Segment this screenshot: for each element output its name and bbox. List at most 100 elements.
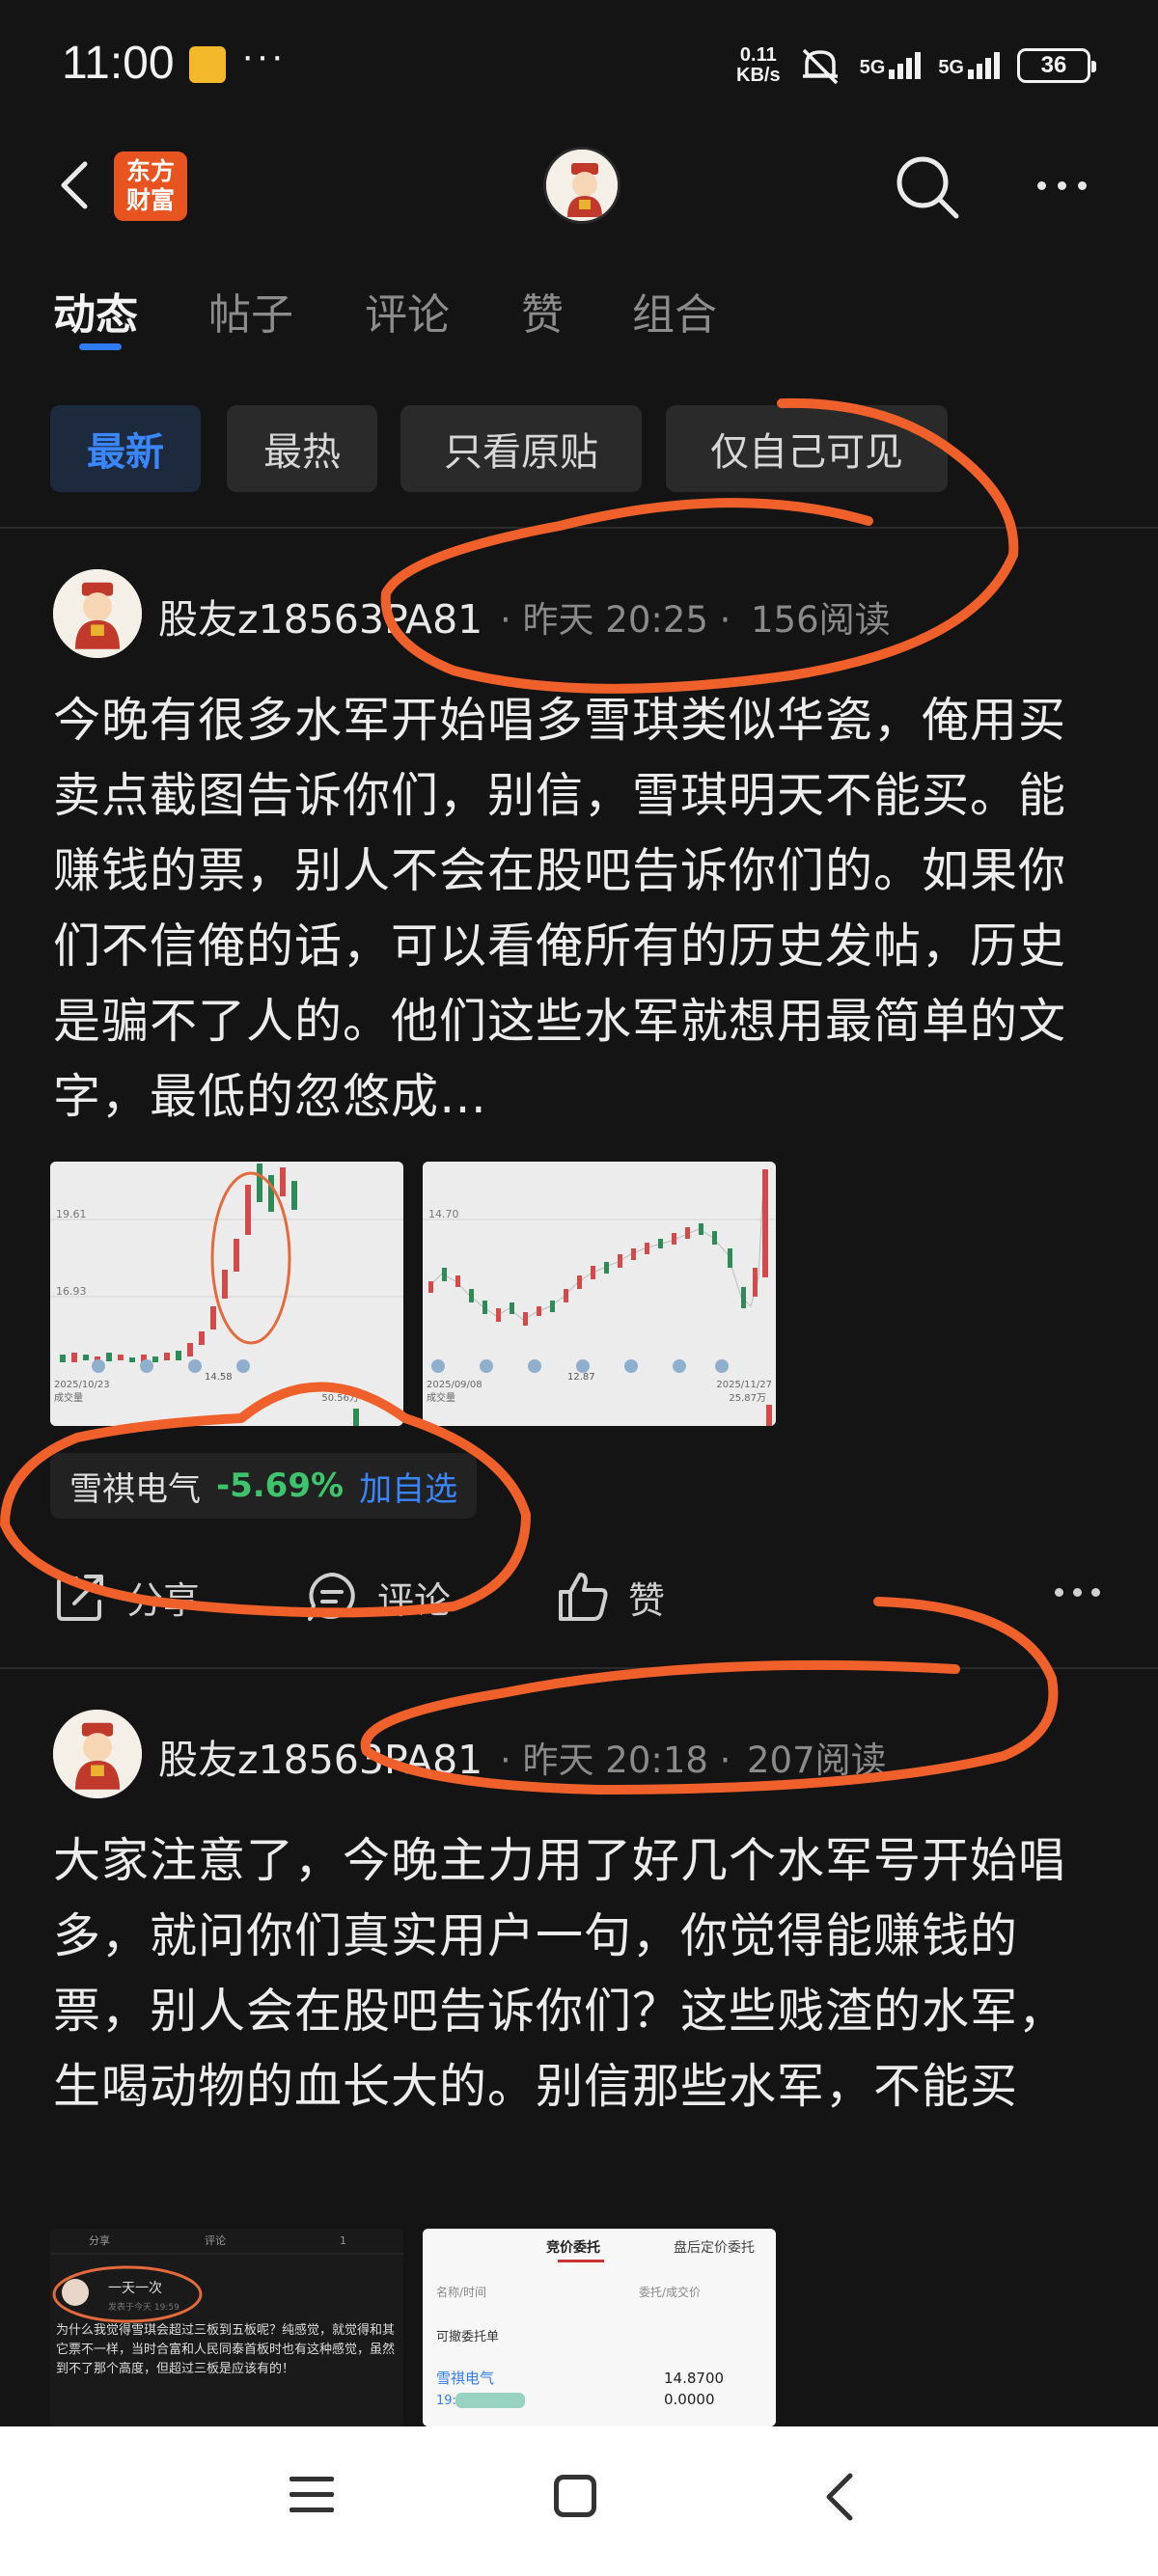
divider	[0, 527, 1158, 529]
kline-chart-2: 14.70 12.87 2025/09/08 2025/11/27 成交量 25…	[423, 1162, 776, 1426]
ss-section: 可撤委托单	[436, 2329, 499, 2344]
post-screenshot: 分享 评论 1 一天一次 发表于今天 19:59 为什么我觉得雪琪会超过三板到五…	[50, 2229, 403, 2426]
user-avatar[interactable]	[53, 1710, 142, 1798]
like-button[interactable]: 赞	[555, 1569, 665, 1625]
stock-change: -5.69%	[216, 1466, 345, 1505]
signal-2-label: 5G	[938, 57, 964, 78]
ss-comment: 评论	[205, 2233, 226, 2247]
volume-value: 25.87万	[729, 1393, 766, 1404]
ss-price1: 14.8700	[664, 2370, 724, 2387]
stock-name[interactable]: 雪祺电气	[69, 1463, 201, 1510]
post-body[interactable]: 大家注意了，今晚主力用了好几个水军号开始唱多，就问你们真实用户一句，你觉得能赚钱…	[53, 1823, 1105, 2200]
add-watchlist-button[interactable]: 加自选	[359, 1463, 457, 1510]
tab-posts[interactable]: 帖子	[208, 280, 293, 342]
ss-name: 一天一次	[108, 2281, 162, 2296]
brand-line-2: 财富	[125, 186, 175, 214]
post-time: · 昨天 20:18 ·	[500, 1740, 731, 1781]
filter-self-visible[interactable]: 仅自己可见	[666, 405, 948, 492]
battery-level: 36	[1040, 52, 1067, 78]
date-end-label: 2025/11/27	[716, 1380, 772, 1390]
battery-icon: 36	[1017, 48, 1096, 83]
share-button[interactable]: 分享	[53, 1569, 200, 1625]
post-image-screenshot-1[interactable]: 分享 评论 1 一天一次 发表于今天 19:59 为什么我觉得雪琪会超过三板到五…	[50, 2229, 403, 2426]
y-low-label: 16.93	[56, 1285, 87, 1298]
volume-label: 成交量	[54, 1391, 83, 1404]
ss-col1: 名称/时间	[436, 2285, 486, 2299]
y-high-label: 14.70	[428, 1208, 459, 1220]
post-actions: 分享 评论 赞	[0, 1559, 1158, 1636]
brand-logo[interactable]: 东方 财富	[114, 151, 187, 221]
ss-tab1: 竞价委托	[546, 2239, 600, 2256]
post-username[interactable]: 股友z18563PA81	[158, 587, 482, 644]
divider	[0, 1667, 1158, 1669]
comment-label: 评论	[377, 1578, 452, 1622]
caishen-avatar-icon	[546, 150, 618, 221]
post-more-icon[interactable]	[1055, 1588, 1100, 1597]
like-label: 赞	[628, 1578, 666, 1622]
system-nav-bar	[0, 2426, 1158, 2576]
more-icon[interactable]	[1037, 181, 1087, 190]
tab-dynamic[interactable]: 动态	[53, 280, 138, 342]
comment-icon	[308, 1573, 355, 1621]
signal-bars-icon	[889, 52, 922, 79]
post-body[interactable]: 今晚有很多水军开始唱多雪琪类似华瓷，俺用买卖点截图告诉你们，别信，雪琪明天不能买…	[53, 683, 1105, 1135]
back-icon[interactable]	[48, 156, 106, 214]
caishen-avatar-icon	[53, 1710, 142, 1798]
post-reads: 207阅读	[747, 1740, 887, 1781]
post-image-chart-1[interactable]: 19.61 16.93 14.58 2025/10/23 成交量 50.56万	[50, 1162, 403, 1426]
post-reads: 156阅读	[751, 599, 891, 641]
ss-tab2: 盘后定价委托	[674, 2239, 755, 2256]
filter-latest[interactable]: 最新	[50, 405, 201, 492]
ss-text: 为什么我觉得雪琪会超过三板到五板呢？纯感觉，就觉得和其它票不一样，当时合富和人民…	[56, 2323, 396, 2376]
signal-1: 5G	[860, 52, 922, 79]
tab-portfolio[interactable]: 组合	[632, 280, 717, 342]
tab-likes[interactable]: 赞	[521, 280, 564, 342]
order-screenshot: 竞价委托 盘后定价委托 名称/时间 委托/成交价 可撤委托单 雪祺电气 14.8…	[423, 2229, 776, 2426]
low-mark-label: 12.87	[567, 1372, 595, 1383]
comment-button[interactable]: 评论	[304, 1569, 451, 1625]
profile-avatar[interactable]	[543, 147, 620, 224]
share-label: 分享	[126, 1578, 201, 1622]
filter-chips: 最新 最热 只看原贴 仅自己可见	[0, 405, 1158, 494]
ss-like: 1	[340, 2234, 346, 2247]
status-time: 11:00	[62, 38, 175, 89]
menu-icon[interactable]	[290, 2477, 334, 2523]
low-mark-label: 14.58	[205, 1372, 233, 1383]
ss-time: 19:	[436, 2394, 456, 2408]
profile-tabs: 动态 帖子 评论 赞 组合	[0, 280, 1158, 357]
caishen-avatar-icon	[53, 569, 142, 658]
tab-comments[interactable]: 评论	[365, 280, 450, 342]
home-icon[interactable]	[554, 2475, 596, 2517]
date-label: 2025/10/23	[54, 1380, 110, 1390]
nav-back-icon[interactable]	[815, 2470, 864, 2524]
signal-1-label: 5G	[859, 57, 886, 78]
net-speed-unit: KB/s	[736, 65, 781, 86]
tab-indicator	[79, 343, 122, 350]
net-speed-value: 0.11	[739, 44, 777, 66]
ss-col2: 委托/成交价	[639, 2285, 701, 2299]
top-nav: 东方 财富	[0, 135, 1158, 236]
user-avatar[interactable]	[53, 569, 142, 658]
search-icon[interactable]	[893, 152, 962, 222]
y-high-label: 19.61	[56, 1208, 87, 1220]
date-start-label: 2025/09/08	[427, 1380, 482, 1390]
filter-original-only[interactable]: 只看原贴	[400, 405, 642, 492]
ss-stock: 雪祺电气	[436, 2370, 494, 2387]
brand-line-1: 东方	[125, 157, 175, 185]
ss-sub: 发表于今天 19:59	[108, 2301, 179, 2313]
post-image-chart-2[interactable]: 14.70 12.87 2025/09/08 2025/11/27 成交量 25…	[423, 1162, 776, 1426]
net-speed: 0.11 KB/s	[736, 45, 781, 86]
post-image-screenshot-2[interactable]: 竞价委托 盘后定价委托 名称/时间 委托/成交价 可撤委托单 雪祺电气 14.8…	[423, 2229, 776, 2426]
signal-bars-icon	[968, 52, 1000, 79]
kline-chart-1: 19.61 16.93 14.58 2025/10/23 成交量 50.56万	[50, 1162, 403, 1426]
status-bar: 11:00 ··· 0.11 KB/s 5G 5G 36	[0, 0, 1158, 130]
volume-label: 成交量	[427, 1391, 455, 1404]
post-username[interactable]: 股友z18563PA81	[158, 1727, 482, 1785]
signal-2: 5G	[938, 52, 1000, 79]
notification-app-icon	[189, 46, 226, 83]
post-time: · 昨天 20:25 ·	[500, 599, 731, 641]
thumbs-up-icon	[559, 1573, 608, 1621]
stock-tag[interactable]: 雪祺电气 -5.69% 加自选	[50, 1453, 478, 1519]
status-more: ···	[241, 35, 286, 77]
filter-hot[interactable]: 最热	[227, 405, 377, 492]
